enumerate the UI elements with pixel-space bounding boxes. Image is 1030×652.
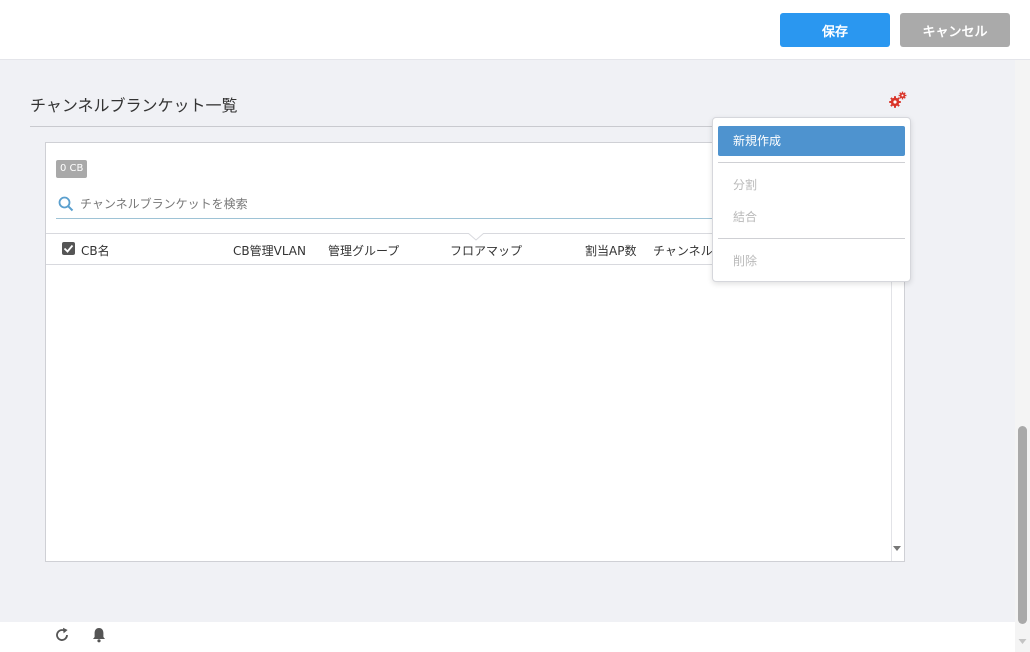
action-menu: 新規作成 分割 結合 削除: [712, 117, 911, 282]
bell-icon[interactable]: [90, 626, 108, 644]
search-icon: [58, 196, 74, 212]
footer-bar: [0, 622, 1015, 652]
sort-indicator: [468, 233, 484, 241]
column-channel[interactable]: チャンネル: [653, 242, 713, 259]
menu-item-create[interactable]: 新規作成: [718, 126, 905, 156]
refresh-icon[interactable]: [53, 626, 71, 644]
cancel-button[interactable]: キャンセル: [900, 13, 1010, 47]
menu-divider: [718, 238, 905, 239]
scrollbar-thumb[interactable]: [1018, 426, 1027, 624]
table-scroll-down-icon[interactable]: [892, 545, 902, 553]
top-bar: 保存 キャンセル: [0, 0, 1030, 60]
column-cb-vlan[interactable]: CB管理VLAN: [233, 242, 306, 259]
menu-item-split[interactable]: 分割: [718, 170, 905, 200]
select-all-checkbox[interactable]: [62, 242, 75, 255]
scroll-down-icon[interactable]: [1018, 638, 1027, 646]
save-button[interactable]: 保存: [780, 13, 890, 47]
menu-divider: [718, 162, 905, 163]
menu-item-delete[interactable]: 削除: [718, 246, 905, 276]
table-scroll-track: [891, 265, 892, 561]
column-floor-map[interactable]: フロアマップ: [450, 242, 522, 259]
menu-item-merge[interactable]: 結合: [718, 202, 905, 232]
column-management-group[interactable]: 管理グループ: [328, 242, 399, 259]
column-cb-name[interactable]: CB名: [81, 242, 110, 259]
column-assigned-ap-count[interactable]: 割当AP数: [585, 242, 636, 259]
gear-icon[interactable]: [888, 90, 908, 110]
page-scrollbar[interactable]: [1015, 60, 1030, 652]
page-title: チャンネルブランケット一覧: [30, 96, 238, 115]
count-badge: 0 CB: [56, 160, 88, 178]
